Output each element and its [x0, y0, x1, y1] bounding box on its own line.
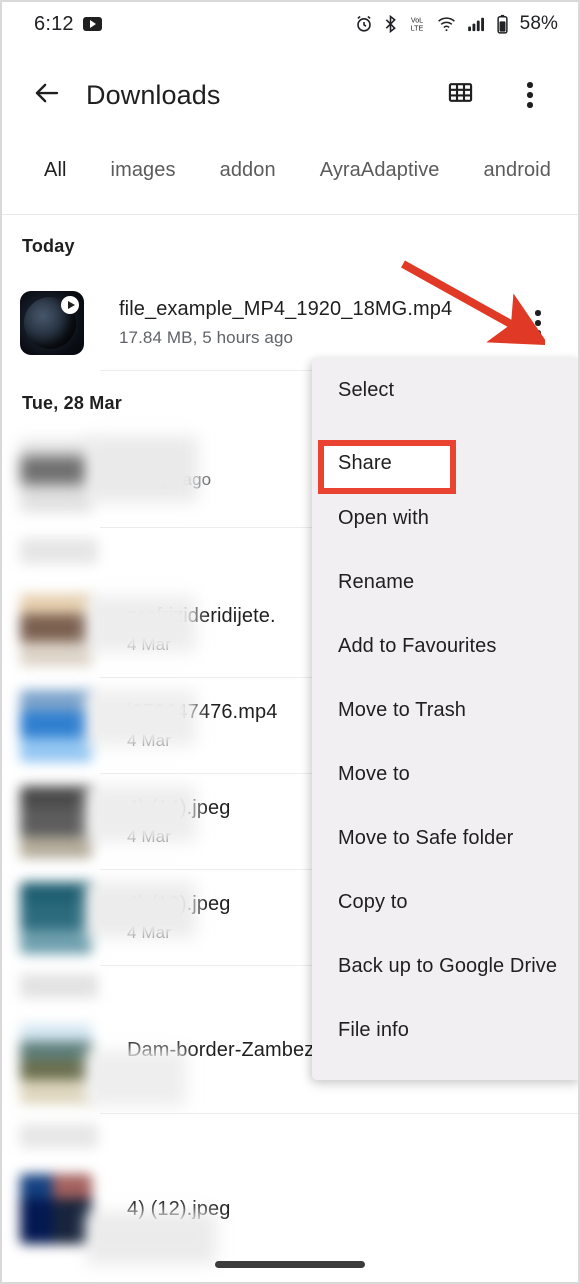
file-thumbnail	[20, 1024, 92, 1104]
bluetooth-icon	[383, 14, 398, 34]
tab-ayrala[interactable]: AyraLa	[573, 143, 580, 182]
menu-item-move-to-trash[interactable]: Move to Trash	[312, 678, 580, 742]
volte-icon: VoL LTE	[407, 14, 427, 34]
menu-item-move-to[interactable]: Move to	[312, 742, 580, 806]
more-options-icon	[527, 82, 533, 108]
context-menu[interactable]: Select Open with Rename Add to Favourite…	[312, 358, 580, 1080]
wifi-icon	[436, 14, 457, 34]
table-row[interactable]: file_example_MP4_1920_18MG.mp4 17.84 MB,…	[0, 275, 580, 371]
app-bar-overflow-button[interactable]	[508, 73, 552, 117]
censored-block	[86, 882, 196, 938]
censored-block	[86, 436, 198, 502]
file-thumbnail	[20, 291, 84, 355]
censored-block	[86, 1050, 186, 1106]
status-bar: 6:12 VoL LTE 58%	[0, 0, 580, 48]
app-bar-actions	[438, 73, 552, 117]
file-thumbnail	[20, 1174, 92, 1244]
tab-addon[interactable]: addon	[198, 143, 298, 182]
file-thumbnail	[20, 440, 92, 512]
censored-block	[86, 1212, 216, 1264]
svg-text:LTE: LTE	[410, 25, 423, 33]
tab-ayraadaptive[interactable]: AyraAdaptive	[298, 143, 462, 182]
tab-all[interactable]: All	[22, 143, 89, 182]
category-tabs: All images addon AyraAdaptive android Ay…	[0, 143, 580, 215]
back-arrow-icon	[32, 78, 62, 113]
phone-screen: 6:12 VoL LTE 58% Downloads All images ad…	[0, 0, 580, 1284]
status-bar-right: VoL LTE 58%	[354, 13, 558, 35]
tab-android[interactable]: android	[462, 143, 573, 182]
more-options-icon	[535, 310, 541, 336]
gesture-navigation-bar[interactable]	[215, 1261, 365, 1268]
page-title: Downloads	[86, 79, 221, 110]
file-thumbnail	[20, 690, 92, 762]
menu-item-add-to-favourites[interactable]: Add to Favourites	[312, 614, 580, 678]
file-thumbnail	[20, 882, 92, 954]
grid-view-icon	[447, 79, 474, 111]
menu-item-share-label: Share	[338, 452, 392, 474]
youtube-icon	[82, 17, 102, 31]
alarm-icon	[354, 14, 374, 34]
tab-images[interactable]: images	[89, 143, 198, 182]
battery-percent: 58%	[519, 13, 558, 34]
group-header-today: Today	[22, 236, 75, 256]
status-time: 6:12	[34, 12, 74, 35]
app-bar: Downloads	[0, 55, 580, 135]
file-thumbnail	[20, 786, 92, 858]
status-bar-left: 6:12	[34, 13, 102, 36]
menu-item-file-info[interactable]: File info	[312, 998, 580, 1062]
row-overflow-menu[interactable]	[516, 301, 560, 345]
svg-text:VoL: VoL	[411, 16, 423, 24]
play-icon	[61, 296, 79, 314]
censored-block	[86, 690, 196, 746]
grid-view-button[interactable]	[438, 73, 482, 117]
censored-block	[0, 1114, 580, 1164]
menu-item-rename[interactable]: Rename	[312, 550, 580, 614]
tabs-scroller[interactable]: All images addon AyraAdaptive android Ay…	[0, 143, 580, 214]
menu-item-select[interactable]: Select	[312, 358, 580, 422]
battery-icon	[496, 14, 509, 35]
file-meta: file_example_MP4_1920_18MG.mp4 17.84 MB,…	[119, 298, 516, 348]
censored-block	[86, 596, 196, 652]
censored-block	[86, 786, 196, 842]
file-thumbnail	[20, 594, 92, 666]
menu-item-backup-to-google-drive[interactable]: Back up to Google Drive	[312, 934, 580, 998]
signal-icon	[466, 14, 487, 34]
back-button[interactable]	[24, 72, 70, 118]
menu-item-open-with[interactable]: Open with	[312, 486, 580, 550]
menu-item-copy-to[interactable]: Copy to	[312, 870, 580, 934]
file-subtitle: 17.84 MB, 5 hours ago	[119, 328, 294, 347]
file-name: file_example_MP4_1920_18MG.mp4	[119, 298, 453, 320]
menu-item-move-to-safe-folder[interactable]: Move to Safe folder	[312, 806, 580, 870]
